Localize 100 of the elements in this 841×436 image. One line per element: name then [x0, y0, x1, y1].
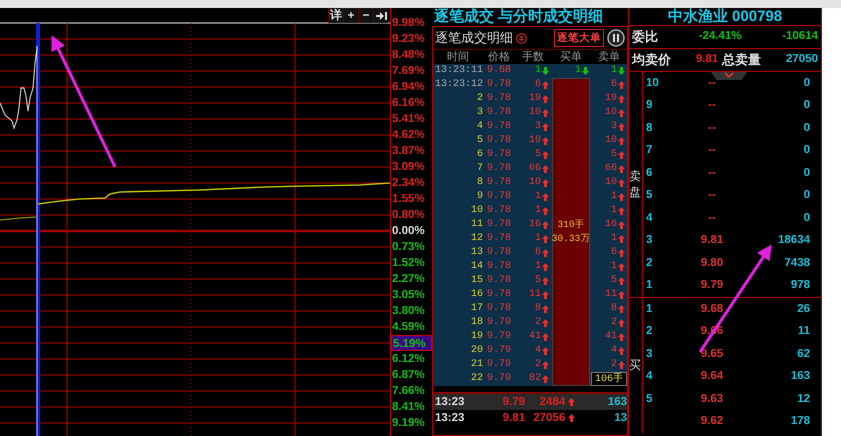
axis-label: 7.69% [391, 64, 426, 79]
price-cell-text: 9.68 [700, 302, 724, 317]
collapse-tab[interactable] [711, 72, 747, 80]
time-cell-text: 13 [470, 246, 483, 260]
go-to-end-button[interactable] [373, 8, 388, 23]
axis-label: 4.59% [391, 320, 426, 335]
price-cell-text: 9.78 [486, 148, 512, 162]
volume-cell-text: 0 [802, 120, 810, 136]
ratio-value: -24.41% [698, 29, 742, 44]
time-cell-text: 6 [476, 148, 483, 162]
empty-price: -- [708, 166, 716, 181]
pause-icon[interactable] [607, 29, 625, 47]
volume-cell-text: 27056 [533, 411, 566, 426]
sell-cell: 6 [610, 246, 617, 260]
sell-cell: 5 [610, 274, 617, 288]
volume-cell-text: 11 [796, 324, 810, 340]
avg-price-value: 9.81 [696, 52, 718, 68]
level-label: 1 [646, 302, 654, 317]
price-cell-text: 9.62 [700, 414, 724, 430]
block-volume: 310手 [557, 218, 585, 232]
time-cell-text: 15 [470, 274, 483, 288]
toolbar-button[interactable]: 详 [328, 8, 343, 23]
empty-price: -- [708, 210, 716, 226]
axis-label: 7.66% [391, 384, 426, 399]
axis-label: 1.52% [391, 256, 426, 271]
sell-cell: 2 [610, 358, 617, 372]
time-cell-text: 9 [476, 190, 483, 204]
axis-label: 3.09% [391, 160, 426, 175]
axis-label: 2.27% [391, 272, 426, 287]
price-cell-text: 9.81 [700, 233, 724, 248]
volume-cell: 16 [528, 218, 541, 232]
time-cell-text: 11 [470, 218, 483, 232]
avg-price-label: 均卖价 [632, 51, 671, 70]
price-cell-text: 9.78 [486, 190, 512, 204]
time-cell-text: 17 [470, 302, 483, 316]
price-cell-text: 9.79 [502, 395, 525, 410]
volume-cell-text: 12 [796, 392, 810, 407]
empty-price: -- [708, 98, 716, 114]
sell-cell: 1 [610, 190, 617, 204]
time-cell-text: 22 [470, 372, 483, 386]
price-cell-text: 9.78 [486, 260, 512, 274]
minute-row[interactable]: 13:23 9.81 27056 13 [433, 410, 627, 426]
volume-cell: 10 [528, 176, 541, 190]
axis-label: 8.41% [391, 400, 426, 415]
volume-cell: 10 [528, 134, 541, 148]
axis-label: 9.19% [391, 416, 426, 431]
minute-row[interactable]: 13:23 9.79 2484 163 [433, 394, 627, 410]
column-header: 时间 [446, 50, 470, 64]
sell-cell: 1 [610, 64, 617, 78]
time-cell-text: 12 [470, 232, 483, 246]
volume-cell-text: 0 [802, 166, 810, 181]
time-cell-text: 13:23:12 [434, 78, 483, 92]
axis-label: 3.05% [391, 288, 426, 303]
count-cell-text: 13 [613, 411, 627, 426]
sell-cell: 1 [610, 232, 617, 246]
buy-cell: 1 [574, 64, 581, 78]
axis-label: 0.00% [391, 224, 426, 239]
axis-label: 9.98% [391, 16, 426, 31]
count-cell-text: 163 [606, 395, 627, 410]
time-cell-text: 5 [476, 134, 483, 148]
volume-cell: 6 [534, 78, 541, 92]
sell-cell: 3 [610, 120, 617, 134]
sell-cell: 1 [610, 260, 617, 274]
axis-label: 3.80% [391, 304, 426, 319]
column-header: 买单 [559, 50, 583, 64]
axis-label: 8.48% [391, 48, 426, 63]
price-cell-text: 9.80 [700, 256, 724, 271]
diff-value: -10614 [782, 29, 818, 44]
volume-cell-text: 18634 [777, 233, 810, 248]
volume-cell-text: 0 [802, 143, 810, 158]
price-cell-text: 9.79 [486, 372, 512, 386]
volume-cell: 2 [534, 358, 541, 372]
column-header: 卖单 [597, 50, 621, 64]
time-cell-text: 13:23 [435, 395, 466, 410]
level-label: 10 [646, 76, 660, 91]
time-cell-text: 3 [476, 106, 483, 120]
empty-price: -- [708, 143, 716, 158]
sell-cell: 6 [610, 78, 617, 92]
sell-cell: 10 [604, 106, 617, 120]
sell-cell: 10 [604, 134, 617, 148]
time-cell-text: 14 [470, 260, 483, 274]
toolbar-button[interactable]: − [358, 8, 373, 23]
price-cell-text: 9.78 [486, 246, 512, 260]
big-order-button[interactable]: 逐笔大单 [554, 29, 604, 47]
volume-cell-text: 0 [802, 210, 810, 226]
side-label: 买 [629, 358, 641, 374]
toolbar-button[interactable]: + [343, 8, 358, 23]
sell-cell: 2 [610, 316, 617, 330]
price-cell-text: 9.78 [486, 218, 512, 232]
empty-price: -- [708, 76, 716, 91]
price-cell-text: 9.78 [486, 274, 512, 288]
volume-cell: 41 [528, 330, 541, 344]
volume-cell-text: 26 [796, 302, 810, 317]
volume-cell: 66 [528, 162, 541, 176]
price-cell-text: 9.78 [486, 78, 512, 92]
empty-price: -- [708, 120, 716, 136]
time-cell-text: 10 [470, 204, 483, 218]
price-cell-text: 9.79 [700, 278, 724, 294]
price-cell-text: 9.78 [486, 134, 512, 148]
sell-cell: 11 [604, 288, 617, 302]
